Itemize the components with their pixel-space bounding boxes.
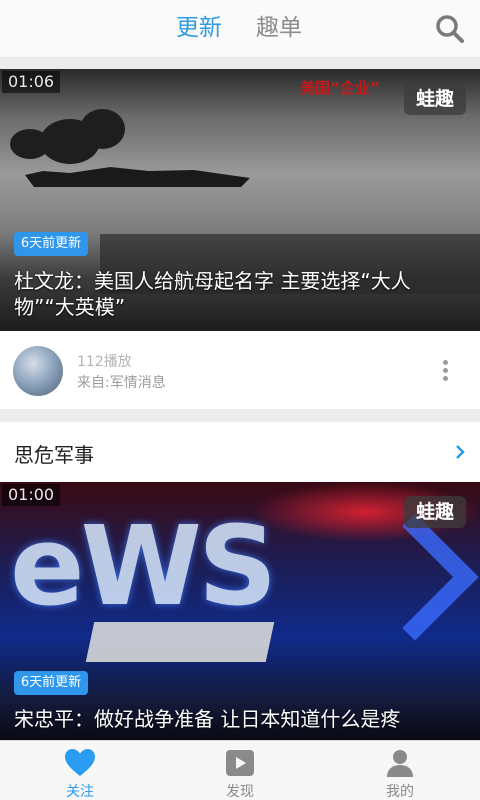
video-title[interactable]: 宋忠平：做好战争准备 让日本知道什么是疼 xyxy=(14,706,470,732)
more-options-icon[interactable] xyxy=(436,358,456,384)
nav-follow[interactable]: 关注 xyxy=(0,741,160,800)
video-card[interactable]: 美国“企业” 01:06 蛙趣 6天前更新 杜文龙：美国人给航母起名字 主要选择… xyxy=(0,69,480,331)
smoke-shape xyxy=(10,129,50,159)
dot xyxy=(443,368,448,373)
chevron-right-icon[interactable] xyxy=(452,444,468,460)
section-header[interactable]: 思危军事 xyxy=(0,422,480,482)
search-icon[interactable] xyxy=(434,13,466,45)
update-badge: 6天前更新 xyxy=(14,671,88,695)
nav-label: 我的 xyxy=(386,784,414,800)
studio-desk xyxy=(85,622,275,662)
bottom-nav: 关注 发现 我的 xyxy=(0,740,480,800)
update-badge: 6天前更新 xyxy=(14,232,88,256)
brand-badge: 蛙趣 xyxy=(404,496,466,528)
heart-icon xyxy=(64,747,96,779)
nav-label: 发现 xyxy=(226,784,254,800)
video-duration: 01:00 xyxy=(2,484,61,506)
ship-silhouette xyxy=(25,167,250,187)
video-title[interactable]: 杜文龙：美国人给航母起名字 主要选择“大人物”“大英模” xyxy=(14,268,470,320)
tab-update[interactable]: 更新 xyxy=(176,12,222,44)
video-overlay-caption: 美国“企业” xyxy=(300,79,380,97)
nav-label: 关注 xyxy=(66,784,94,800)
play-count: 112播放 xyxy=(77,354,132,370)
studio-backdrop: eWS xyxy=(10,502,277,630)
tab-qudan[interactable]: 趣单 xyxy=(256,12,302,44)
video-card[interactable]: eWS 01:00 蛙趣 6天前更新 宋忠平：做好战争准备 让日本知道什么是疼 xyxy=(0,482,480,740)
video-meta-row: 112播放 来自:军情消息 xyxy=(0,331,480,409)
brand-badge: 蛙趣 xyxy=(404,83,466,115)
nav-discover[interactable]: 发现 xyxy=(160,741,320,800)
video-duration: 01:06 xyxy=(2,71,61,93)
play-icon xyxy=(224,747,256,779)
dot xyxy=(443,376,448,381)
top-bar: 更新 趣单 xyxy=(0,0,480,58)
channel-avatar[interactable] xyxy=(13,346,63,396)
user-icon xyxy=(384,747,416,779)
smoke-shape xyxy=(80,109,125,149)
video-source: 来自:军情消息 xyxy=(77,375,166,391)
dot xyxy=(443,360,448,365)
nav-mine[interactable]: 我的 xyxy=(320,741,480,800)
section-title: 思危军事 xyxy=(14,443,94,467)
